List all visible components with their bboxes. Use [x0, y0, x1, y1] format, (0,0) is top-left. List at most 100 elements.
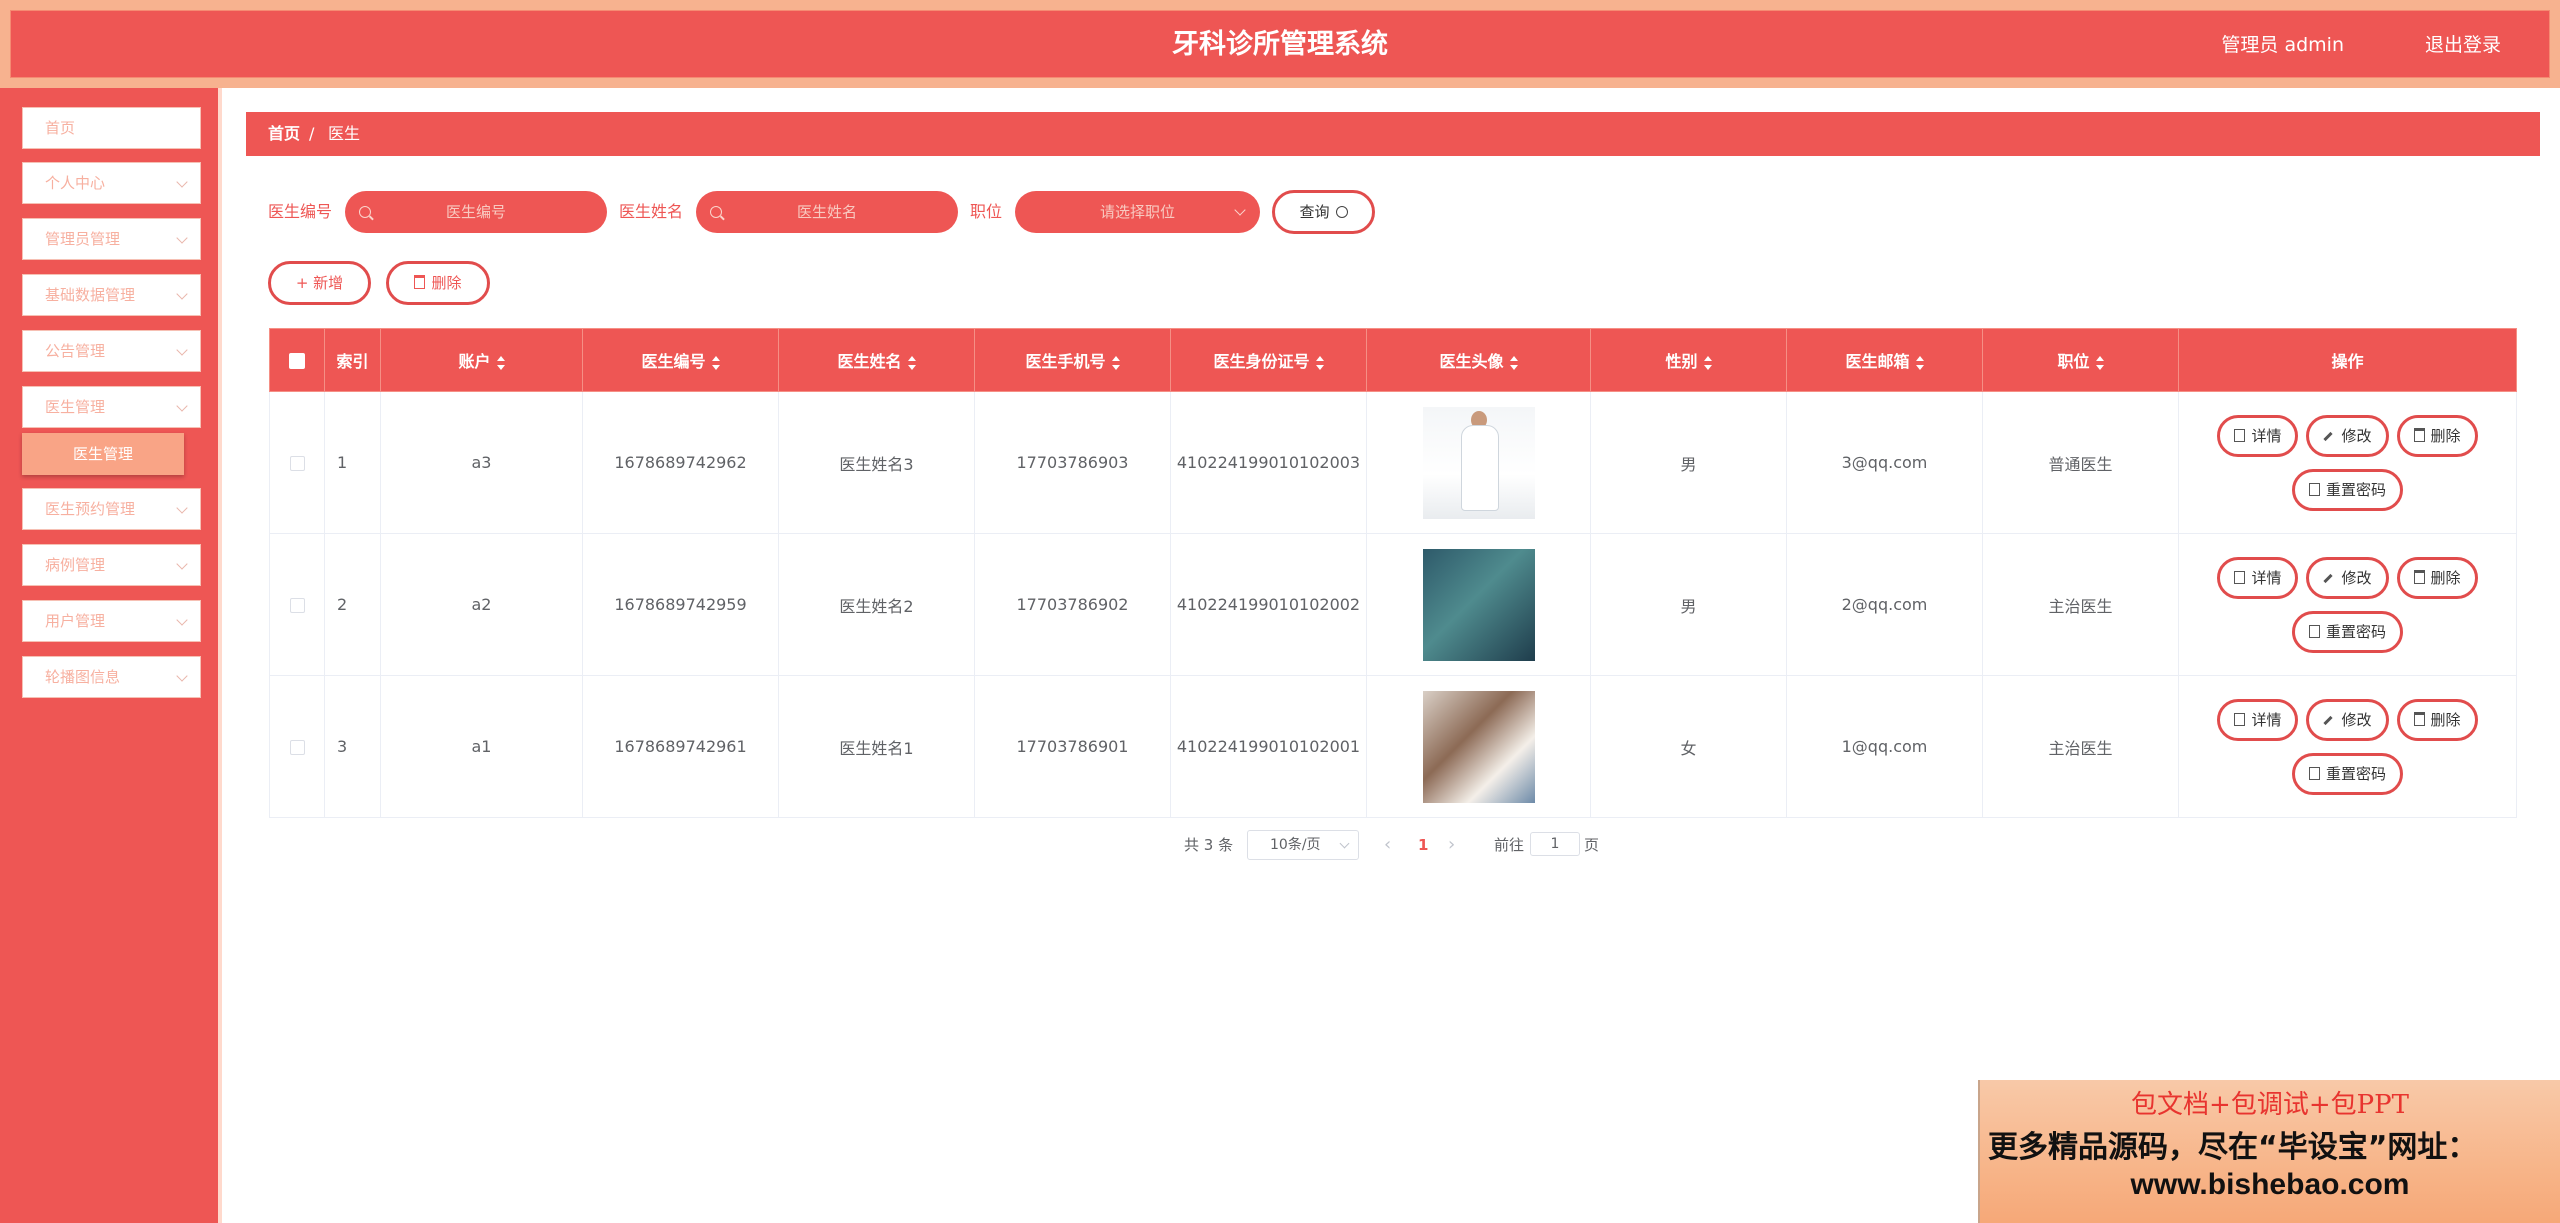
delete-button[interactable]: 删除	[2396, 556, 2478, 599]
page-size-select[interactable]: 10条/页	[1247, 830, 1359, 860]
reset-password-button[interactable]: 重置密码	[2291, 468, 2403, 511]
col-email[interactable]: 医生邮箱	[1786, 328, 1983, 392]
select-all-checkbox[interactable]	[289, 353, 305, 369]
avatar-coat	[1460, 424, 1499, 511]
table-header-row: 索引 账户 医生编号 医生姓名 医生手机号 医生身份证号 医生头像 性别 医生邮…	[269, 328, 2517, 392]
sidebar-item-home[interactable]: 首页	[22, 107, 201, 149]
cell-phone: 17703786903	[974, 391, 1171, 534]
next-page-button[interactable]: ›	[1448, 829, 1455, 861]
row-checkbox[interactable]	[289, 740, 305, 755]
table-row: 2 a2 1678689742959 医生姓名2 17703786902 410…	[269, 533, 2517, 676]
reset-password-button[interactable]: 重置密码	[2291, 752, 2403, 795]
cell-account: a1	[380, 675, 583, 818]
table-row: 3 a1 1678689742961 医生姓名1 17703786901 410…	[269, 675, 2517, 818]
breadcrumb-home[interactable]: 首页	[268, 112, 300, 156]
sort-icon[interactable]	[1509, 355, 1518, 370]
sidebar-item-appointment[interactable]: 医生预约管理	[22, 488, 201, 530]
doctor-code-input[interactable]: 医生编号	[345, 191, 607, 233]
prev-page-button[interactable]: ‹	[1384, 829, 1391, 861]
doctor-avatar-image[interactable]	[1422, 548, 1535, 661]
col-idcard[interactable]: 医生身份证号	[1170, 328, 1367, 392]
edit-icon	[2323, 431, 2334, 441]
doctor-code-label: 医生编号	[268, 202, 333, 221]
breadcrumb-separator: /	[309, 124, 315, 143]
goto-page-input[interactable]: 1	[1530, 832, 1580, 856]
cell-avatar	[1366, 675, 1591, 818]
search-icon	[1335, 206, 1348, 218]
col-account[interactable]: 账户	[380, 328, 583, 392]
doctor-name-input[interactable]: 医生姓名	[696, 191, 958, 233]
doctor-code-placeholder: 医生编号	[445, 203, 506, 221]
edit-button[interactable]: 修改	[2306, 556, 2389, 599]
cell-avatar	[1366, 533, 1591, 676]
query-button[interactable]: 查询	[1272, 190, 1375, 234]
sidebar-item-user[interactable]: 用户管理	[22, 600, 201, 642]
pagination-total: 共 3 条	[1184, 836, 1234, 854]
sort-icon[interactable]	[1111, 355, 1120, 370]
chevron-down-icon	[1234, 204, 1246, 216]
doctor-avatar-image[interactable]	[1422, 690, 1535, 803]
edit-icon	[2323, 715, 2334, 725]
position-label: 职位	[970, 202, 1003, 221]
detail-button[interactable]: 详情	[2217, 556, 2299, 599]
batch-delete-button[interactable]: 删除	[386, 261, 490, 305]
col-name-label: 医生姓名	[837, 352, 902, 371]
cell-account: a3	[380, 391, 583, 534]
sidebar-item-label: 轮播图信息	[45, 668, 121, 686]
col-idcard-label: 医生身份证号	[1213, 352, 1310, 371]
search-icon	[710, 206, 722, 218]
sidebar-item-basic-data[interactable]: 基础数据管理	[22, 274, 201, 316]
add-button[interactable]: + 新增	[268, 261, 371, 305]
header-bar: 牙科诊所管理系统 管理员 admin 退出登录	[10, 10, 2550, 78]
sidebar-item-profile[interactable]: 个人中心	[22, 162, 201, 204]
cell-name: 医生姓名3	[778, 391, 975, 534]
sort-icon[interactable]	[1703, 355, 1712, 370]
sort-icon[interactable]	[2095, 355, 2104, 370]
cell-index: 3	[324, 675, 381, 818]
logout-link[interactable]: 退出登录	[2425, 11, 2501, 79]
edit-button[interactable]: 修改	[2306, 698, 2389, 741]
sidebar-item-carousel[interactable]: 轮播图信息	[22, 656, 201, 698]
reset-password-button[interactable]: 重置密码	[2291, 610, 2403, 653]
sort-icon[interactable]	[496, 355, 505, 370]
col-position[interactable]: 职位	[1982, 328, 2179, 392]
row-checkbox[interactable]	[289, 456, 305, 471]
cell-code: 1678689742961	[582, 675, 779, 818]
select-all-cell	[269, 328, 325, 392]
detail-button[interactable]: 详情	[2217, 414, 2299, 457]
col-name[interactable]: 医生姓名	[778, 328, 975, 392]
cell-gender: 男	[1590, 533, 1787, 676]
app-title: 牙科诊所管理系统	[1172, 29, 1388, 60]
sort-icon[interactable]	[711, 355, 720, 370]
page-number-current[interactable]: 1	[1418, 829, 1428, 861]
col-phone[interactable]: 医生手机号	[974, 328, 1171, 392]
row-checkbox[interactable]	[289, 598, 305, 613]
sidebar-item-notice[interactable]: 公告管理	[22, 330, 201, 372]
sidebar-item-doctor[interactable]: 医生管理	[22, 386, 201, 428]
delete-button[interactable]: 删除	[2396, 414, 2478, 457]
detail-label: 详情	[2251, 568, 2282, 587]
doctor-name-label: 医生姓名	[619, 202, 684, 221]
col-code[interactable]: 医生编号	[582, 328, 779, 392]
position-select[interactable]: 请选择职位	[1015, 191, 1260, 233]
sidebar-item-case[interactable]: 病例管理	[22, 544, 201, 586]
delete-label: 删除	[431, 274, 462, 292]
cell-gender: 男	[1590, 391, 1787, 534]
col-gender[interactable]: 性别	[1590, 328, 1787, 392]
col-avatar[interactable]: 医生头像	[1366, 328, 1591, 392]
delete-button[interactable]: 删除	[2396, 698, 2478, 741]
sort-icon[interactable]	[907, 355, 916, 370]
sort-icon[interactable]	[1315, 355, 1324, 370]
edit-button[interactable]: 修改	[2306, 414, 2389, 457]
sidebar-subitem-doctor-manage[interactable]: 医生管理	[22, 433, 184, 475]
detail-button[interactable]: 详情	[2217, 698, 2299, 741]
chevron-down-icon	[176, 400, 188, 412]
chevron-down-icon	[176, 502, 188, 514]
sidebar-item-admin[interactable]: 管理员管理	[22, 218, 201, 260]
document-icon	[2308, 482, 2320, 496]
sidebar-item-label: 首页	[45, 119, 76, 137]
cell-index: 2	[324, 533, 381, 676]
doctor-avatar-image[interactable]	[1422, 406, 1535, 519]
sort-icon[interactable]	[1915, 355, 1924, 370]
sidebar-item-label: 用户管理	[45, 612, 106, 630]
